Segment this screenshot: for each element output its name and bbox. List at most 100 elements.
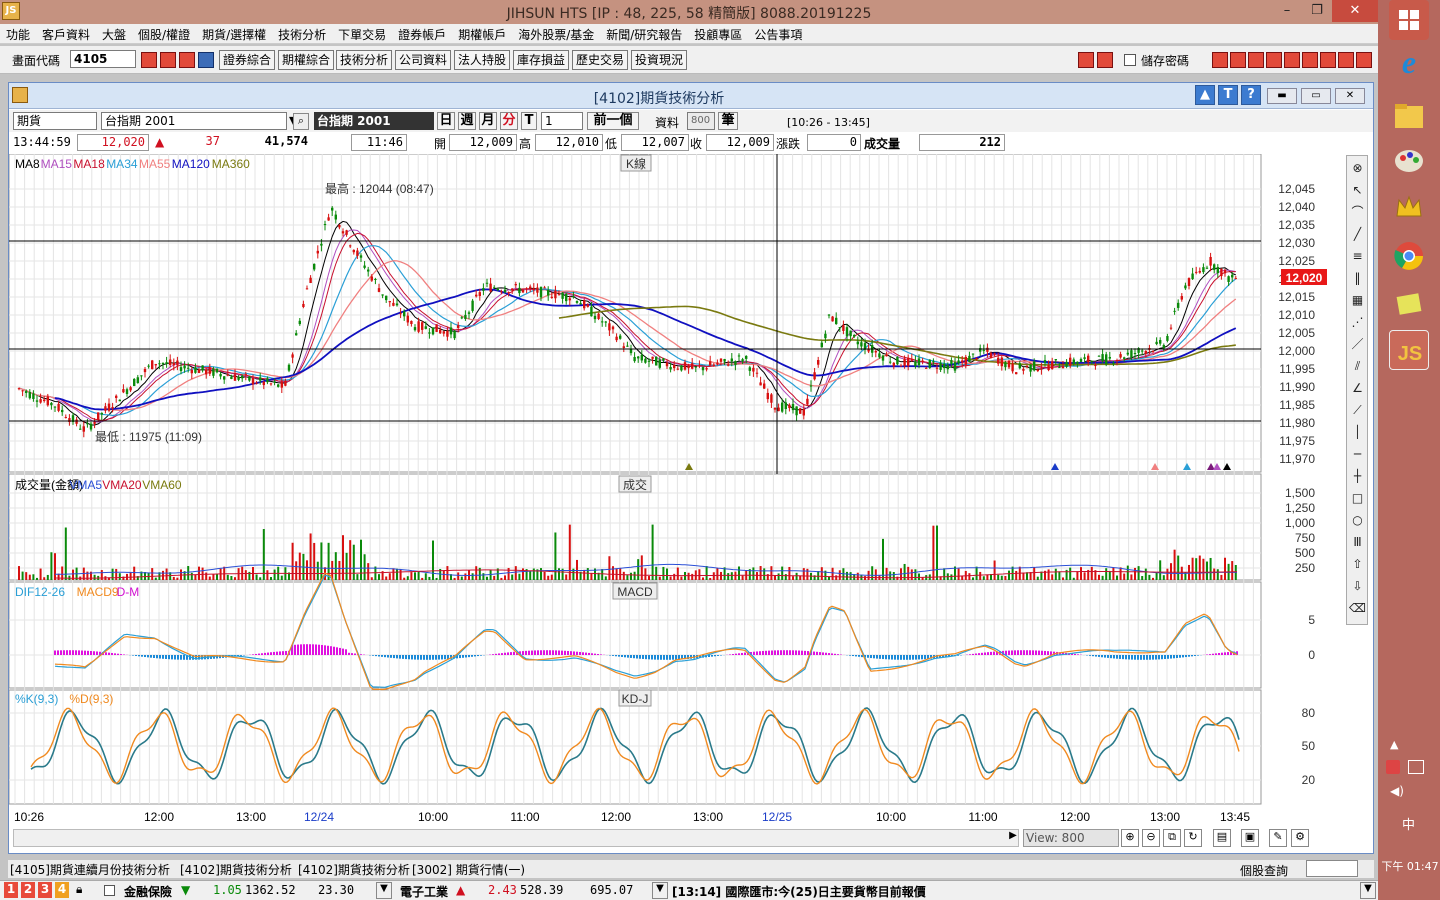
period-month[interactable]: 月 (479, 112, 497, 130)
tool-icon-exit[interactable] (1356, 52, 1372, 68)
data-count-input[interactable]: 800 (687, 112, 715, 130)
layout-icon[interactable]: ▣ (1241, 829, 1259, 847)
tool-icon-print[interactable] (1266, 52, 1282, 68)
vlines-icon[interactable]: ‖ (1349, 270, 1366, 287)
up-arrow-draw-icon[interactable]: ⇧ (1349, 556, 1366, 573)
chrome-icon[interactable] (1389, 236, 1429, 276)
line-icon[interactable]: ／ (1349, 336, 1366, 353)
type-select[interactable]: 期貨 (13, 112, 97, 130)
tool-icon-copy[interactable] (1320, 52, 1336, 68)
cross-icon[interactable]: ┼ (1349, 468, 1366, 485)
inner-close-button[interactable]: ✕ (1335, 88, 1365, 104)
tool-icon-3[interactable] (179, 52, 195, 68)
horizontal-line-icon[interactable]: ─ (1349, 446, 1366, 463)
windows-start-icon[interactable] (1389, 0, 1429, 40)
angle-icon[interactable]: ∠ (1349, 380, 1366, 397)
period-tick[interactable]: T (521, 112, 537, 130)
channel-icon[interactable]: ⫽ (1349, 358, 1366, 375)
menu-item-overseas[interactable]: 海外股票/基金 (512, 24, 600, 43)
jihsun-app-icon[interactable]: JS (1389, 330, 1429, 370)
tab-4102-b[interactable]: [4102]期貨技術分析 (298, 861, 410, 878)
menu-item-stocks[interactable]: 個股/權證 (132, 24, 196, 43)
zoom-out-icon[interactable]: ⊖ (1142, 829, 1160, 847)
symbol-select[interactable]: 台指期 2001 (101, 112, 287, 130)
menu-item-securities-account[interactable]: 證券帳戶 (392, 24, 452, 43)
maximize-button[interactable]: ❐ (1302, 0, 1332, 22)
status-checkbox[interactable] (104, 885, 115, 896)
tab-3002[interactable]: [3002] 期貨行情(一) (412, 861, 525, 878)
crown-app-icon[interactable] (1389, 188, 1429, 228)
zoom-in-icon[interactable]: ⊕ (1121, 829, 1139, 847)
ellipse-icon[interactable]: ○ (1349, 512, 1366, 529)
trendline-icon[interactable]: ╱ (1349, 226, 1366, 243)
refresh-icon[interactable]: ↻ (1184, 829, 1202, 847)
ie-browser-icon[interactable]: e (1389, 42, 1429, 82)
save-password-checkbox[interactable] (1124, 54, 1136, 66)
inner-restore-button[interactable]: ▭ (1301, 88, 1331, 104)
button-investment[interactable]: 投資現況 (631, 50, 688, 70)
help-button[interactable]: ? (1241, 85, 1261, 105)
arc-icon[interactable]: ⌒ (1349, 204, 1366, 221)
close-button[interactable]: ✕ (1332, 0, 1378, 22)
window-icon[interactable]: ⧉ (1163, 829, 1181, 847)
tool-icon-clip[interactable] (1302, 52, 1318, 68)
menu-item-news[interactable]: 新聞/研究報告 (600, 24, 688, 43)
menu-item-client[interactable]: 客戶資料 (36, 24, 96, 43)
fan-icon[interactable]: ⋰ (1349, 314, 1366, 331)
quick-4[interactable]: 4 (55, 882, 69, 898)
paint-icon[interactable] (1389, 140, 1429, 180)
tool-icon-layout[interactable] (1248, 52, 1264, 68)
network-icon[interactable] (1408, 760, 1424, 774)
tool-icon-close[interactable] (1230, 52, 1246, 68)
settings-gear-icon[interactable]: ⚙ (1291, 829, 1309, 847)
grid-icon[interactable]: ▦ (1349, 292, 1366, 309)
quick-1[interactable]: 1 (4, 882, 18, 898)
unit-button[interactable]: 筆 (718, 112, 738, 130)
news-dropdown[interactable]: ▼ (1360, 882, 1376, 899)
period-week[interactable]: 週 (458, 112, 476, 130)
inner-minimize-button[interactable]: ▬ (1267, 88, 1297, 104)
button-company[interactable]: 公司資料 (395, 50, 452, 70)
quick-3[interactable]: 3 (38, 882, 52, 898)
prev-button[interactable]: 前一個 (587, 112, 639, 130)
code-input[interactable]: 4105 (70, 50, 136, 68)
sector2-dropdown[interactable]: ▼ (652, 882, 668, 899)
tool-icon-doc[interactable] (1338, 52, 1354, 68)
button-institutional[interactable]: 法人持股 (454, 50, 511, 70)
pointer-icon[interactable]: ↖ (1349, 182, 1366, 199)
cycle-icon[interactable]: Ⅲ (1349, 534, 1366, 551)
button-securities[interactable]: 證券綜合 (219, 50, 276, 70)
view-count[interactable]: View: 800 (1023, 829, 1119, 847)
flag-icon-2[interactable] (1097, 52, 1113, 68)
tool-icon-1[interactable] (141, 52, 157, 68)
search-icon[interactable]: ⌕ (293, 113, 309, 130)
horizontal-scrollbar[interactable] (13, 829, 1019, 847)
tray-app-icon[interactable] (1386, 760, 1400, 774)
ray-icon[interactable]: ⟋ (1349, 402, 1366, 419)
pencil-icon[interactable]: ✎ (1269, 829, 1287, 847)
tool-icon-2[interactable] (160, 52, 176, 68)
tab-4105[interactable]: [4105]期貨連續月份技術分析 (10, 861, 170, 878)
eraser-icon[interactable]: ⌫ (1349, 600, 1366, 617)
flag-icon-1[interactable] (1078, 52, 1094, 68)
ime-indicator[interactable]: 中 (1402, 814, 1415, 833)
menu-item-function[interactable]: 功能 (0, 24, 36, 43)
table-icon[interactable]: ▤ (1213, 829, 1231, 847)
tool-icon-edit[interactable] (1212, 52, 1228, 68)
down-arrow-draw-icon[interactable]: ⇩ (1349, 578, 1366, 595)
scroll-right-icon[interactable]: ▶ (1007, 830, 1019, 846)
up-arrow-button[interactable]: ▲ (1195, 85, 1215, 105)
tab-4102-a[interactable]: [4102]期貨技術分析 (180, 861, 292, 878)
menu-item-futures-account[interactable]: 期權帳戶 (452, 24, 512, 43)
button-inventory[interactable]: 庫存損益 (513, 50, 570, 70)
period-day[interactable]: 日 (437, 112, 455, 130)
news-ticker[interactable]: [13:14] 國際匯市:今(25)日主要貨幣目前報價 (672, 883, 926, 900)
menu-item-futures[interactable]: 期貨/選擇權 (196, 24, 272, 43)
t-button[interactable]: T (1218, 85, 1238, 105)
menu-item-advisor[interactable]: 投顧專區 (688, 24, 748, 43)
stock-query-input[interactable] (1306, 860, 1358, 877)
menu-item-order[interactable]: 下單交易 (332, 24, 392, 43)
vertical-line-icon[interactable]: │ (1349, 424, 1366, 441)
tray-arrow-icon[interactable]: ▲ (1390, 738, 1398, 751)
chart-area[interactable]: 12,045 12,040 12,035 12,030 12,025 12,020 12,0… (9, 154, 1373, 824)
